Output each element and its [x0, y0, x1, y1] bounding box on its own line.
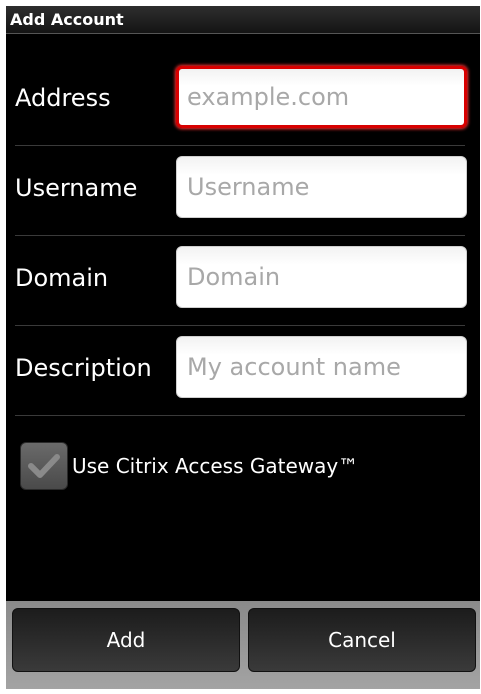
description-input[interactable] [176, 336, 467, 398]
divider [15, 235, 465, 236]
address-input[interactable] [176, 66, 467, 128]
cancel-button[interactable]: Cancel [248, 608, 476, 672]
divider [15, 415, 465, 416]
divider [15, 145, 465, 146]
gateway-checkbox-label[interactable]: Use Citrix Access Gateway™ [72, 454, 358, 478]
gateway-checkbox[interactable] [20, 442, 68, 490]
checkmark-icon [28, 454, 60, 478]
button-bar: Add Cancel [6, 601, 480, 689]
domain-input[interactable] [176, 246, 467, 308]
add-account-dialog: Add Account Address Username Domain Desc… [6, 6, 480, 689]
description-label: Description [15, 354, 152, 382]
username-label: Username [15, 174, 138, 202]
dialog-title: Add Account [10, 10, 124, 29]
domain-label: Domain [15, 264, 109, 292]
divider [15, 325, 465, 326]
add-button[interactable]: Add [12, 608, 240, 672]
title-bar: Add Account [6, 6, 480, 34]
address-label: Address [15, 84, 111, 112]
username-input[interactable] [176, 156, 467, 218]
